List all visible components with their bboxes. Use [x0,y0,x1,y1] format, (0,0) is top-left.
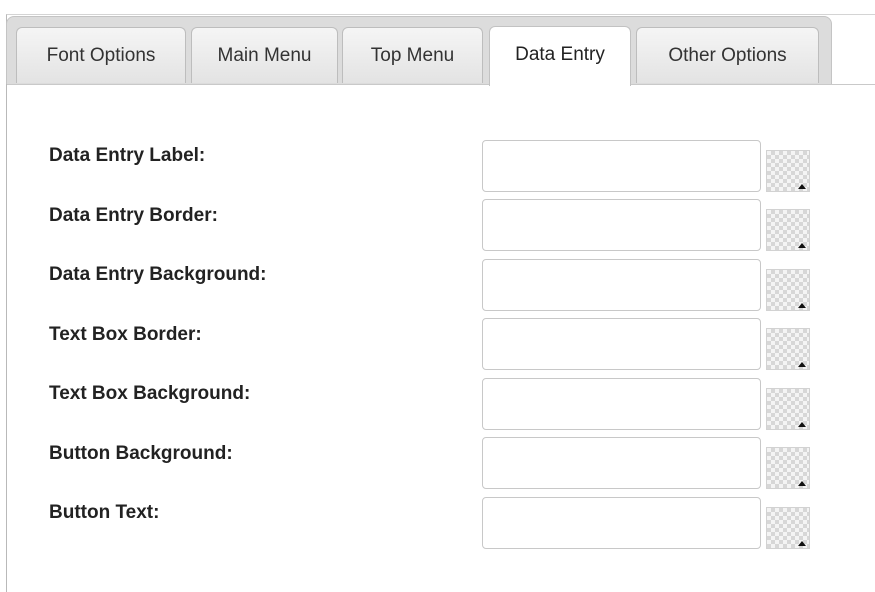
caret-up-icon [798,243,806,248]
button-text-input[interactable] [482,497,761,549]
data-entry-background-label: Data Entry Background: [49,264,267,285]
button-background-input[interactable] [482,437,761,489]
text-box-border-input[interactable] [482,318,761,370]
caret-up-icon [798,422,806,427]
tab-top-menu[interactable]: Top Menu [342,27,483,83]
caret-up-icon [798,184,806,189]
text-box-background-input[interactable] [482,378,761,430]
text-box-border-color-picker-icon[interactable] [766,328,810,370]
data-entry-border-input[interactable] [482,199,761,251]
tab-main-menu[interactable]: Main Menu [191,27,338,83]
data-entry-background-input[interactable] [482,259,761,311]
text-box-border-label: Text Box Border: [49,324,202,345]
caret-up-icon [798,362,806,367]
button-background-color-picker-icon[interactable] [766,447,810,489]
data-entry-border-color-picker-icon[interactable] [766,209,810,251]
data-entry-label-input[interactable] [482,140,761,192]
text-box-background-label: Text Box Background: [49,383,251,404]
data-entry-border-label: Data Entry Border: [49,205,218,226]
caret-up-icon [798,541,806,546]
data-entry-background-color-picker-icon[interactable] [766,269,810,311]
data-entry-label-label: Data Entry Label: [49,145,206,166]
tab-font-options[interactable]: Font Options [16,27,186,83]
tab-other-options[interactable]: Other Options [636,27,819,83]
caret-up-icon [798,481,806,486]
tab-data-entry[interactable]: Data Entry [489,26,631,86]
caret-up-icon [798,303,806,308]
button-text-label: Button Text: [49,502,160,523]
button-text-color-picker-icon[interactable] [766,507,810,549]
data-entry-label-color-picker-icon[interactable] [766,150,810,192]
text-box-background-color-picker-icon[interactable] [766,388,810,430]
button-background-label: Button Background: [49,443,233,464]
